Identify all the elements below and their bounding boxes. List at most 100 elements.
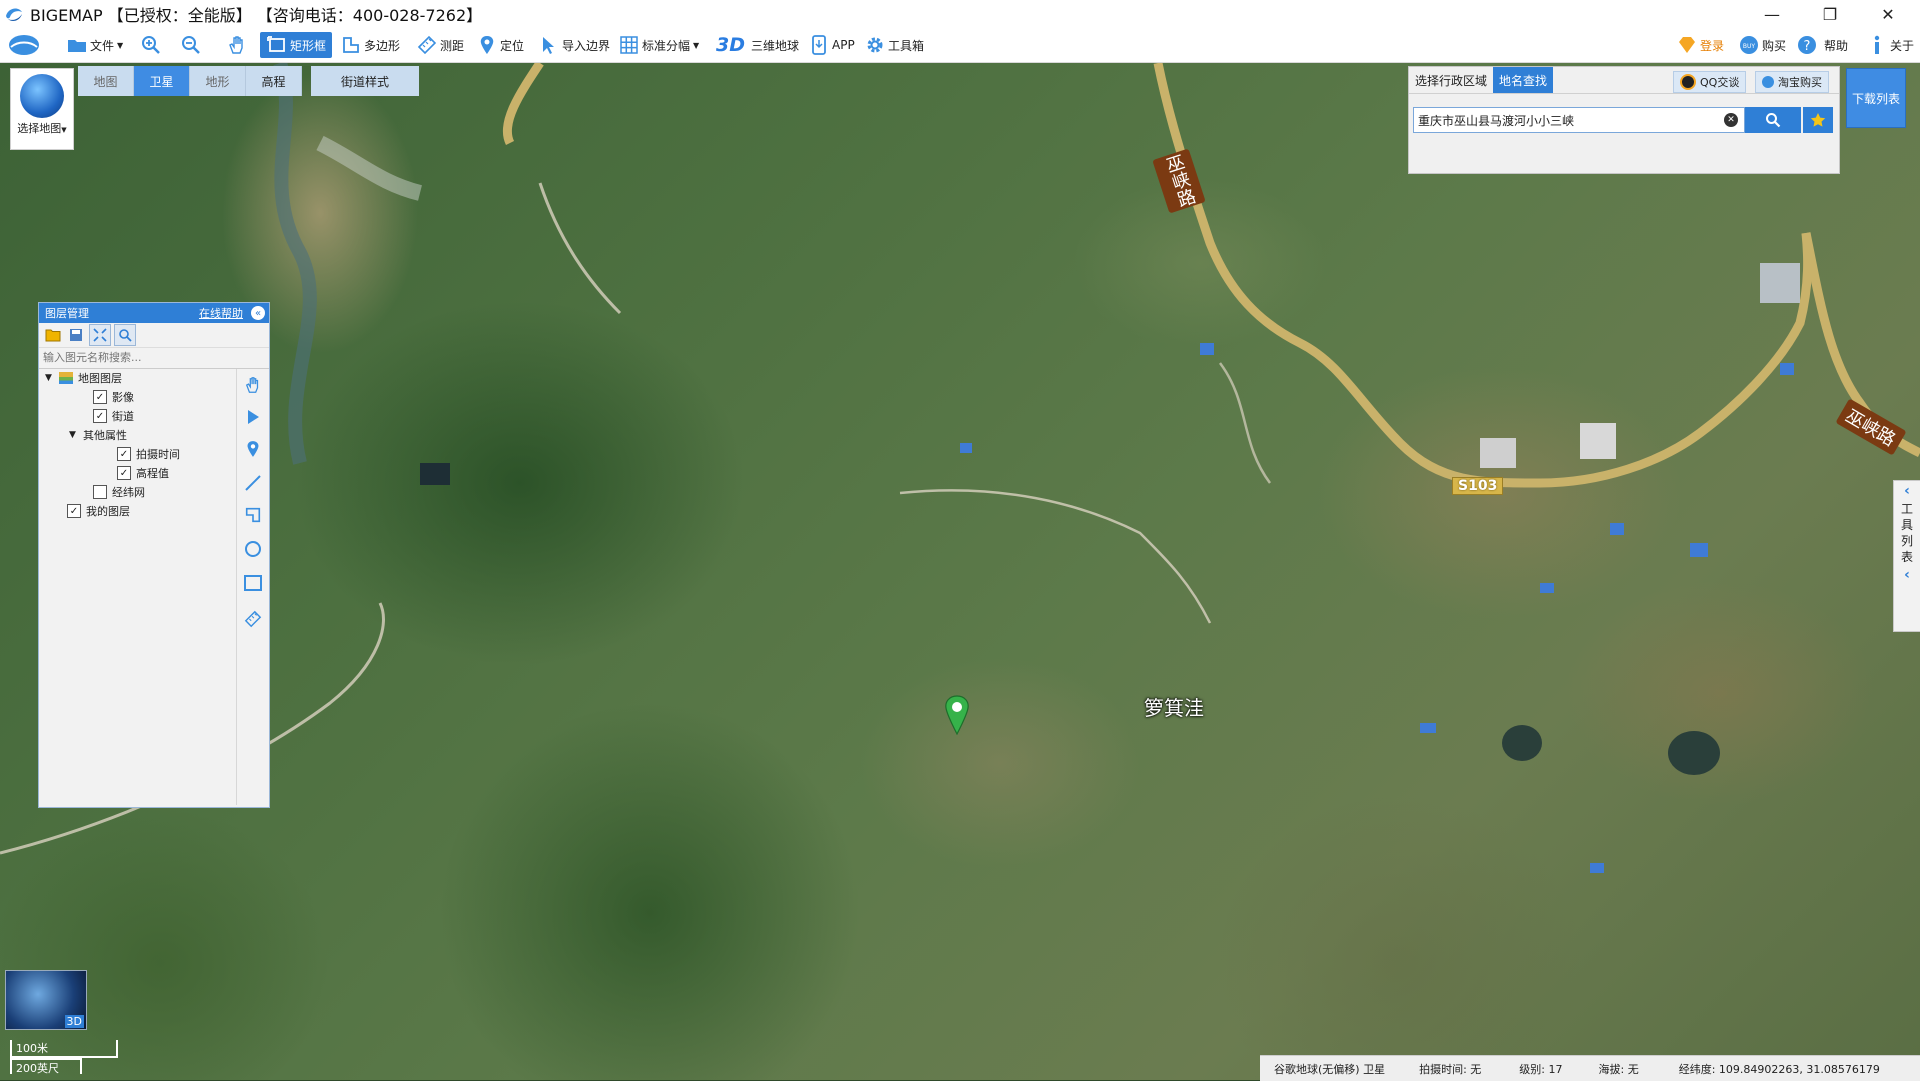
save-icon[interactable] [66, 325, 86, 345]
chevron-down-icon: ▼ [61, 126, 67, 134]
scale-metric: 100米 [10, 1040, 118, 1058]
window-title: BIGEMAP 【已授权：全能版】 【咨询电话：400-028-7262】 [30, 6, 483, 25]
checkbox-checked-icon[interactable]: ✓ [67, 504, 81, 518]
standard-tiles-menu[interactable]: 标准分幅 ▼ [618, 32, 699, 58]
select-map-button[interactable]: 选择地图▼ [10, 68, 74, 150]
layer-search-input[interactable] [43, 351, 243, 364]
chevron-down-icon[interactable]: ▼ [45, 373, 55, 383]
open-folder-icon[interactable] [43, 325, 63, 345]
collapse-icon[interactable]: « [251, 306, 265, 320]
app-logo-icon [6, 8, 22, 22]
star-icon [1810, 113, 1826, 127]
status-level: 级别: 17 [1519, 1062, 1563, 1076]
checkbox-checked-icon[interactable]: ✓ [117, 466, 131, 480]
buy-button[interactable]: BUY 购买 [1738, 32, 1786, 58]
checkbox-checked-icon[interactable]: ✓ [93, 409, 107, 423]
polygon-icon[interactable] [243, 505, 263, 525]
chevron-down-icon[interactable]: ▼ [69, 430, 79, 440]
clear-icon[interactable]: ✕ [1724, 113, 1738, 127]
rectangle-icon[interactable] [243, 573, 263, 593]
standard-tiles-label: 标准分幅 [642, 38, 691, 53]
buy-label: 购买 [1762, 38, 1787, 53]
tree-label-my-layers: 我的图层 [86, 505, 130, 518]
checkbox-checked-icon[interactable]: ✓ [93, 390, 107, 404]
search-button[interactable] [1745, 107, 1801, 133]
tab-place-search[interactable]: 地名查找 [1493, 67, 1554, 93]
circle-icon[interactable] [243, 539, 263, 559]
about-button[interactable]: 关于 [1866, 32, 1914, 58]
line-icon[interactable] [243, 473, 263, 493]
measure-button[interactable]: 测距 [416, 32, 464, 58]
map-canvas[interactable]: 巫峡路 巫峡路 S103 箩箕洼 [0, 63, 1920, 1080]
tree-node-imagery[interactable]: ✓ 影像 [93, 388, 134, 406]
polygon-label: 多边形 [364, 38, 401, 53]
scale-imperial: 200英尺 [10, 1058, 82, 1075]
close-button[interactable]: ✕ [1860, 0, 1916, 28]
toolbox-label: 工具箱 [888, 38, 925, 53]
import-border-button[interactable]: 导入边界 [538, 32, 610, 58]
qq-chat-button[interactable]: QQ交谈 [1673, 71, 1747, 93]
about-label: 关于 [1890, 38, 1915, 53]
diamond-icon [1676, 34, 1698, 56]
taobao-buy-button[interactable]: 淘宝购买 [1755, 71, 1829, 93]
search-icon[interactable] [114, 324, 136, 346]
fit-extent-icon[interactable] [89, 324, 111, 346]
map-type-satellite[interactable]: 卫星 [134, 66, 190, 96]
tree-node-other-attrs[interactable]: ▼ 其他属性 [69, 426, 127, 444]
zoom-in-button[interactable] [140, 32, 164, 58]
three-d-globe-button[interactable]: 3D 三维地球 [716, 32, 799, 58]
road-shield-s103: S103 [1452, 477, 1504, 495]
main-toolbar: 文件 ▼ 矩形框 多边形 测距 定位 导入边界 标准分幅 ▼ 3D 三维地球 A [0, 28, 1920, 63]
mini-3d-globe[interactable]: 3D [5, 970, 87, 1030]
map-type-elevation[interactable]: 高程 [246, 66, 302, 96]
tool-list-char-4: 表 [1900, 550, 1913, 564]
place-search-input[interactable] [1414, 108, 1710, 132]
polygon-button[interactable]: 多边形 [340, 32, 400, 58]
checkbox-checked-icon[interactable]: ✓ [117, 447, 131, 461]
map-marker-icon[interactable] [944, 695, 970, 735]
measure-label: 测距 [440, 38, 465, 53]
app-menu-button[interactable] [8, 32, 40, 58]
layer-panel-tools [39, 323, 269, 348]
rect-select-label: 矩形框 [290, 38, 327, 53]
tree-node-streets[interactable]: ✓ 街道 [93, 407, 134, 425]
select-map-label: 选择地图 [17, 122, 62, 135]
3d-icon: 3D [716, 34, 745, 56]
file-menu[interactable]: 文件 ▼ [66, 32, 123, 58]
tree-node-my-layers[interactable]: ✓ 我的图层 [67, 502, 130, 520]
chevron-down-icon: ▼ [117, 40, 124, 50]
tree-node-elevation-value[interactable]: ✓ 高程值 [117, 464, 169, 482]
map-type-terrain[interactable]: 地形 [190, 66, 246, 96]
three-d-globe-label: 三维地球 [751, 38, 800, 53]
favorite-button[interactable] [1803, 107, 1833, 133]
locate-button[interactable]: 定位 [476, 32, 524, 58]
map-pin-icon[interactable] [243, 439, 263, 459]
zoom-out-button[interactable] [180, 32, 204, 58]
restore-button[interactable]: ❐ [1802, 0, 1858, 28]
map-type-map[interactable]: 地图 [78, 66, 134, 96]
chevron-left-icon[interactable]: ‹ [1894, 481, 1920, 501]
download-list-button[interactable]: 下载列表 [1846, 68, 1906, 128]
pointer-arrow-icon[interactable] [243, 407, 263, 427]
street-style-button[interactable]: 街道样式 [311, 66, 419, 96]
tool-list-panel[interactable]: ‹ 工 具 列 表 ‹ [1893, 480, 1920, 632]
hand-icon[interactable] [243, 375, 263, 395]
help-button[interactable]: ? 帮助 [1796, 32, 1848, 58]
online-help-link[interactable]: 在线帮助 [199, 305, 243, 321]
taobao-buy-label: 淘宝购买 [1778, 76, 1822, 89]
app-button[interactable]: APP [808, 32, 855, 58]
tree-node-map-layers[interactable]: ▼ 地图图层 [45, 369, 122, 387]
ruler-icon[interactable] [243, 609, 263, 629]
tree-node-capture-time[interactable]: ✓ 拍摄时间 [117, 445, 180, 463]
toolbox-button[interactable]: 工具箱 [864, 32, 924, 58]
tree-label-graticule: 经纬网 [112, 486, 145, 499]
rect-select-button[interactable]: 矩形框 [260, 32, 333, 58]
pan-button[interactable] [226, 32, 250, 58]
chevron-left-icon[interactable]: ‹ [1894, 565, 1920, 585]
title-bar: BIGEMAP 【已授权：全能版】 【咨询电话：400-028-7262】 — … [0, 0, 1920, 28]
minimize-button[interactable]: — [1744, 0, 1800, 28]
login-button[interactable]: 登录 [1676, 32, 1724, 58]
tree-node-graticule[interactable]: 经纬网 [93, 483, 145, 501]
tab-select-region[interactable]: 选择行政区域 [1409, 67, 1493, 93]
checkbox-unchecked-icon[interactable] [93, 485, 107, 499]
